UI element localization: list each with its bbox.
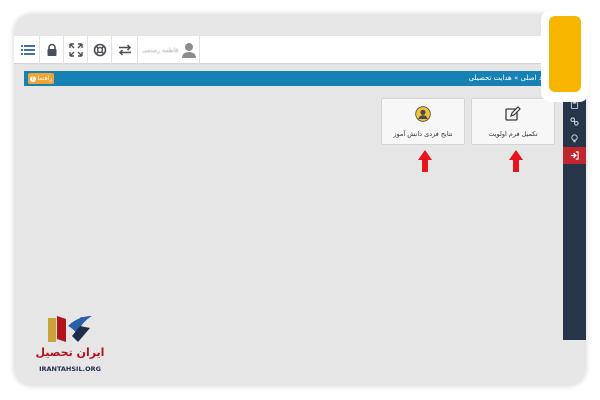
student-results-card[interactable]: نتایج فردی دانش آموز xyxy=(381,98,465,145)
help-button[interactable]: ? راهنما xyxy=(28,73,54,84)
logo-text-fa: ایران تحصیل xyxy=(35,346,105,359)
arrow-up-icon xyxy=(509,150,523,172)
menu-button[interactable] xyxy=(16,36,40,64)
switch-icon xyxy=(118,44,131,56)
card-label: نتایج فردی دانش آموز xyxy=(393,130,453,138)
lifebuoy-icon xyxy=(93,43,106,57)
edit-icon xyxy=(505,106,521,121)
irantahsil-logo: ایران تحصیل IRANTAHSIL.ORG xyxy=(30,312,110,374)
switch-button[interactable] xyxy=(112,36,138,64)
logo-mark-icon xyxy=(48,316,92,342)
lock-button[interactable] xyxy=(40,36,64,64)
side-item-bulb[interactable] xyxy=(563,130,586,147)
support-button[interactable] xyxy=(88,36,112,64)
user-name: فاطمه رستمی xyxy=(142,46,179,54)
app-window: فاطمه رستمی ? راهنما ورود اصلی » هدایت ت… xyxy=(14,14,586,386)
priority-form-card[interactable]: تکمیل فرم اولویت xyxy=(471,98,555,145)
logo-text-en: IRANTAHSIL.ORG xyxy=(39,365,101,373)
card-label: تکمیل فرم اولویت xyxy=(488,130,538,138)
user-icon xyxy=(182,43,197,58)
question-icon: ? xyxy=(29,75,36,82)
breadcrumb: ورود اصلی » هدایت تحصیلی xyxy=(468,74,552,82)
side-panel xyxy=(563,96,586,340)
top-toolbar: فاطمه رستمی xyxy=(14,36,586,64)
side-item-exit[interactable] xyxy=(563,147,586,164)
lock-icon xyxy=(47,43,56,56)
side-item-link[interactable] xyxy=(563,113,586,130)
arrow-up-icon xyxy=(418,150,432,172)
expand-icon xyxy=(68,43,83,57)
fullscreen-button[interactable] xyxy=(64,36,88,64)
menu-icon xyxy=(20,45,35,55)
corner-tile-fill xyxy=(549,16,581,92)
help-label: راهنما xyxy=(37,75,53,82)
link-icon xyxy=(570,117,579,126)
corner-tile xyxy=(541,10,589,102)
user-circle-icon xyxy=(415,106,431,122)
user-menu[interactable]: فاطمه رستمی xyxy=(140,36,200,64)
nav-strip: ? راهنما ورود اصلی » هدایت تحصیلی xyxy=(24,71,556,86)
exit-icon xyxy=(570,151,579,160)
bulb-icon xyxy=(571,134,578,143)
